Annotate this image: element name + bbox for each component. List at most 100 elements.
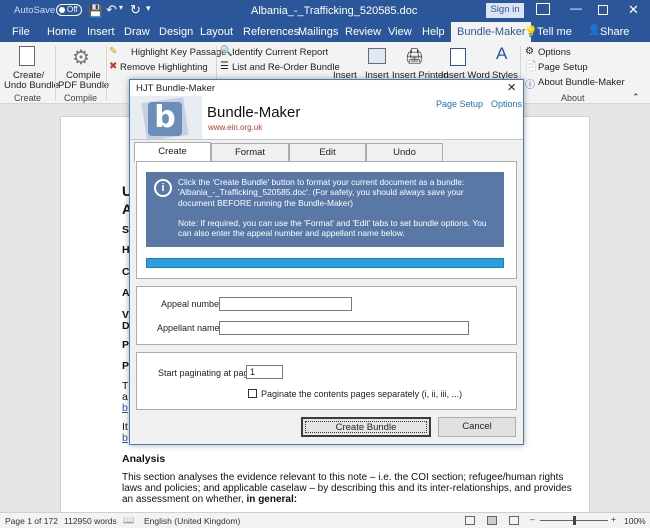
minimize-icon[interactable]: —	[570, 1, 582, 15]
appeal-number-label: Appeal number:	[161, 299, 225, 309]
create-bundle-button[interactable]: Create Bundle	[301, 417, 431, 437]
analysis-heading: Analysis	[122, 453, 166, 465]
print-layout-icon[interactable]	[487, 516, 497, 525]
info-text: Click the 'Create Bundle' button to form…	[178, 177, 487, 239]
tab-references[interactable]: References	[243, 26, 299, 38]
tab-insert[interactable]: Insert	[87, 26, 115, 38]
gear-icon: ⚙	[72, 47, 90, 69]
dialog-title-bar: HJT Bundle-Maker ✕	[130, 80, 523, 96]
tab-file[interactable]: File	[12, 26, 30, 38]
pagination-panel	[136, 352, 517, 410]
progress-bar	[146, 258, 504, 268]
identify-icon: 🔍	[220, 46, 233, 57]
web-layout-icon[interactable]	[509, 516, 519, 525]
appeal-details-panel	[136, 286, 517, 345]
ribbon-tab-row: File Home Insert Draw Design Layout Refe…	[0, 22, 650, 42]
paragraph-line: laws and policies; and applicable casela…	[122, 483, 572, 494]
document-title: Albania_-_Trafficking_520585.doc	[251, 5, 418, 17]
document-icon	[19, 46, 35, 66]
tab-layout[interactable]: Layout	[200, 26, 233, 38]
start-page-input[interactable]: 1	[246, 365, 283, 379]
paginate-contents-checkbox[interactable]	[248, 389, 257, 398]
info-panel: i Click the 'Create Bundle' button to fo…	[146, 172, 504, 247]
tab-home[interactable]: Home	[47, 26, 76, 38]
read-mode-icon[interactable]	[465, 516, 475, 525]
dialog-close-icon[interactable]: ✕	[507, 81, 516, 94]
tab-design[interactable]: Design	[159, 26, 193, 38]
tab-mailings[interactable]: Mailings	[298, 26, 338, 38]
proofing-icon[interactable]: 📖	[123, 515, 134, 526]
highlighter-icon: ✎	[109, 46, 118, 57]
tab-format[interactable]: Format	[211, 143, 289, 161]
list-icon: ☰	[220, 61, 229, 72]
options-icon: ⚙	[525, 46, 534, 57]
tab-create[interactable]: Create	[134, 142, 211, 162]
list-reorder-bundle-button[interactable]: List and Re-Order Bundle	[232, 62, 340, 73]
tab-view[interactable]: View	[388, 26, 412, 38]
options-button[interactable]: Options	[538, 47, 571, 58]
tab-edit[interactable]: Edit	[289, 143, 366, 161]
autosave-label: AutoSave	[14, 5, 56, 16]
start-paginating-label: Start paginating at page:	[158, 368, 257, 378]
tab-draw[interactable]: Draw	[124, 26, 150, 38]
appeal-number-input[interactable]	[219, 297, 352, 311]
info-icon: ⓘ	[525, 80, 535, 91]
options-link[interactable]: Options	[491, 99, 522, 109]
dialog-header: b Bundle-Maker www.ein.org.uk Page Setup…	[130, 96, 523, 141]
logo-b-icon: b	[148, 102, 182, 136]
page-setup-link[interactable]: Page Setup	[436, 99, 483, 109]
page-setup-icon: 📄	[525, 61, 538, 72]
about-group-label: About	[561, 93, 585, 103]
app-url[interactable]: www.ein.org.uk	[208, 123, 262, 132]
tab-bundle-maker[interactable]: Bundle-Maker	[451, 22, 532, 42]
about-button[interactable]: About Bundle-Maker	[538, 77, 625, 88]
customize-toolbar-icon[interactable]: ▾	[146, 3, 151, 14]
create-group-label: Create	[14, 93, 42, 103]
redo-icon[interactable]: ↻	[130, 2, 141, 18]
compile-pdf-bundle-button[interactable]: ⚙ Compile PDF Bundle	[58, 44, 109, 91]
ribbon-display-icon[interactable]	[536, 3, 550, 15]
share-icon: 👤	[588, 25, 601, 36]
zoom-out-icon[interactable]: –	[530, 514, 535, 524]
undo-icon[interactable]: ↶	[106, 2, 117, 18]
title-bar: AutoSave Off 💾 ↶ ▾ ↻ ▾ Albania_-_Traffic…	[0, 0, 650, 22]
eraser-icon: ✖	[109, 61, 118, 72]
paragraph-line: This section analyses the evidence relev…	[122, 472, 564, 483]
zoom-slider-thumb[interactable]	[573, 516, 576, 525]
page-setup-button[interactable]: Page Setup	[538, 62, 588, 73]
share-button[interactable]: Share	[600, 26, 629, 38]
zoom-in-icon[interactable]: +	[611, 514, 616, 524]
lightbulb-icon: 💡	[524, 26, 538, 38]
insert-image-icon	[368, 48, 386, 64]
tab-undo[interactable]: Undo	[366, 143, 443, 161]
tab-help[interactable]: Help	[422, 26, 445, 38]
sign-in-button[interactable]: Sign in	[486, 3, 524, 18]
appellant-name-input[interactable]	[219, 321, 469, 335]
compile-group-label: Compile	[64, 93, 98, 103]
paginate-contents-label[interactable]: Paginate the contents pages separately (…	[261, 389, 462, 399]
printer-icon: 🖨	[405, 48, 425, 65]
page-count[interactable]: Page 1 of 172	[5, 516, 58, 526]
bundle-maker-dialog: HJT Bundle-Maker ✕ b Bundle-Maker www.ei…	[129, 79, 524, 445]
styles-icon: A	[496, 44, 508, 63]
create-undo-bundle-button[interactable]: Create/ Undo Bundle	[4, 44, 59, 91]
autosave-toggle[interactable]: Off	[56, 4, 82, 17]
maximize-icon[interactable]	[598, 5, 608, 15]
close-icon[interactable]: ✕	[628, 2, 639, 18]
word-count[interactable]: 112950 words	[64, 516, 117, 526]
word-doc-icon	[450, 48, 466, 66]
highlight-key-passage-button[interactable]: Highlight Key Passage	[131, 47, 227, 58]
undo-dropdown-icon[interactable]: ▾	[119, 3, 123, 12]
zoom-level[interactable]: 100%	[624, 516, 646, 526]
appellant-name-label: Appellant name:	[157, 323, 223, 333]
collapse-ribbon-icon[interactable]: ⌃	[632, 92, 640, 103]
save-icon[interactable]: 💾	[88, 4, 103, 18]
tell-me-search[interactable]: Tell me	[537, 26, 572, 38]
language-indicator[interactable]: English (United Kingdom)	[144, 516, 240, 526]
info-icon: i	[154, 179, 172, 197]
cancel-button[interactable]: Cancel	[438, 417, 516, 437]
identify-current-report-button[interactable]: Identify Current Report	[232, 47, 328, 58]
status-bar: Page 1 of 172 112950 words 📖 English (Un…	[0, 512, 650, 528]
tab-review[interactable]: Review	[345, 26, 381, 38]
remove-highlighting-button[interactable]: Remove Highlighting	[120, 62, 208, 73]
